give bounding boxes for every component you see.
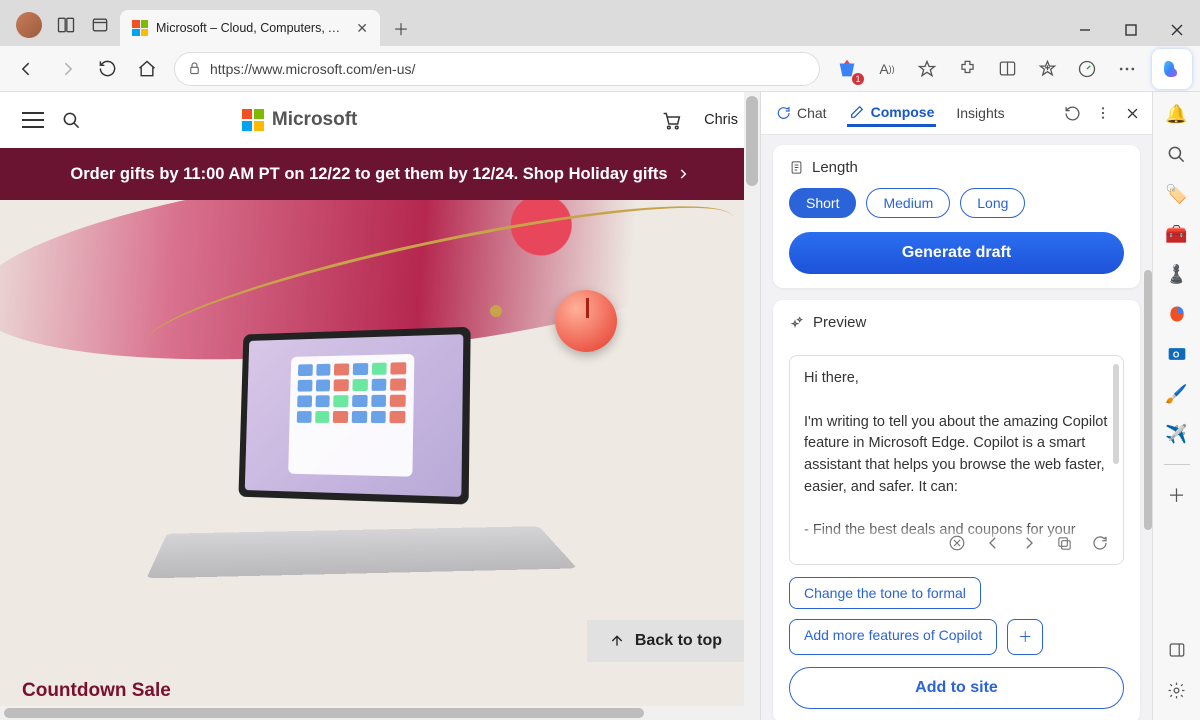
menu-button[interactable] <box>22 112 44 128</box>
promo-text: Order gifts by 11:00 AM PT on 12/22 to g… <box>70 165 667 184</box>
shopping-button[interactable] <box>828 51 866 87</box>
suggestion-more-button[interactable]: ＋ <box>1007 619 1043 655</box>
length-card: Length Short Medium Long Generate draft <box>773 145 1140 288</box>
url-text: https://www.microsoft.com/en-us/ <box>210 61 807 77</box>
copilot-close-button[interactable] <box>1125 106 1140 121</box>
window-close-button[interactable] <box>1154 14 1200 46</box>
length-short-button[interactable]: Short <box>789 188 856 218</box>
sidebar-search-icon[interactable] <box>1165 142 1189 166</box>
home-button[interactable] <box>128 51 166 87</box>
tab-chat[interactable]: Chat <box>773 101 829 125</box>
preview-clear-button[interactable] <box>948 534 966 552</box>
tab-close-button[interactable]: ✕ <box>356 20 368 37</box>
site-header: Microsoft Chris <box>0 92 760 148</box>
chevron-right-icon <box>676 167 690 181</box>
arrow-up-icon <box>609 633 625 649</box>
preview-copy-button[interactable] <box>1056 535 1073 552</box>
length-icon <box>789 160 804 175</box>
cart-button[interactable] <box>661 110 682 131</box>
back-to-top-label: Back to top <box>635 632 722 650</box>
tab-title: Microsoft – Cloud, Computers, A… <box>156 21 348 35</box>
microsoft-favicon <box>132 20 148 36</box>
microsoft-logo[interactable]: Microsoft <box>242 109 358 131</box>
workspaces-icon[interactable] <box>56 15 76 35</box>
more-button[interactable] <box>1108 51 1146 87</box>
length-long-button[interactable]: Long <box>960 188 1025 218</box>
sidebar-outlook-icon[interactable]: O <box>1165 342 1189 366</box>
countdown-sale-heading: Countdown Sale <box>22 680 171 702</box>
window-maximize-button[interactable] <box>1108 14 1154 46</box>
preview-textbox[interactable]: Hi there, I'm writing to tell you about … <box>789 355 1124 565</box>
logo-text: Microsoft <box>272 109 358 131</box>
page-horizontal-scrollbar[interactable] <box>0 706 760 720</box>
read-aloud-button[interactable]: A)) <box>868 51 906 87</box>
browser-tab[interactable]: Microsoft – Cloud, Computers, A… ✕ <box>120 10 380 46</box>
preview-prev-button[interactable] <box>984 534 1002 552</box>
suggestion-change-tone[interactable]: Change the tone to formal <box>789 577 981 609</box>
copilot-more-button[interactable] <box>1095 105 1111 121</box>
edge-sidebar: 🔔 🏷️ 🧰 ♟️ O 🖌️ ✈️ ＋ <box>1152 92 1200 720</box>
tab-actions-icon[interactable] <box>90 15 110 35</box>
webpage-viewport: Microsoft Chris Order gifts by 11:00 AM … <box>0 92 760 720</box>
svg-text:O: O <box>1172 349 1179 359</box>
collections-button[interactable] <box>1028 51 1066 87</box>
sidebar-send-icon[interactable]: ✈️ <box>1165 422 1189 446</box>
sidebar-designer-icon[interactable]: 🖌️ <box>1165 382 1189 406</box>
tab-compose[interactable]: Compose <box>847 100 937 127</box>
back-button[interactable] <box>8 51 46 87</box>
sidebar-notifications-icon[interactable]: 🔔 <box>1165 102 1189 126</box>
copilot-header: Chat Compose Insights <box>761 92 1152 135</box>
copilot-panel: Chat Compose Insights Length Short Mediu… <box>760 92 1152 720</box>
address-bar[interactable]: https://www.microsoft.com/en-us/ <box>174 52 820 86</box>
hero-section: Back to top Countdown Sale <box>0 200 760 720</box>
suggestion-add-features[interactable]: Add more features of Copilot <box>789 619 997 655</box>
sidebar-settings-icon[interactable] <box>1165 678 1189 702</box>
window-minimize-button[interactable] <box>1062 14 1108 46</box>
copilot-refresh-button[interactable] <box>1064 105 1081 122</box>
preview-line: I'm writing to tell you about the amazin… <box>804 412 1109 499</box>
decorative-ornament <box>490 305 502 317</box>
sidebar-tools-icon[interactable]: 🧰 <box>1165 222 1189 246</box>
new-tab-button[interactable]: ＋ <box>386 13 416 43</box>
tab-insights[interactable]: Insights <box>954 101 1006 125</box>
sidebar-add-button[interactable]: ＋ <box>1165 483 1189 507</box>
favorite-button[interactable] <box>908 51 946 87</box>
account-name[interactable]: Chris <box>704 112 738 128</box>
length-medium-button[interactable]: Medium <box>866 188 950 218</box>
length-label: Length <box>812 159 858 176</box>
refresh-button[interactable] <box>88 51 126 87</box>
sidebar-hide-button[interactable] <box>1165 638 1189 662</box>
sidebar-shopping-icon[interactable]: 🏷️ <box>1165 182 1189 206</box>
promo-banner[interactable]: Order gifts by 11:00 AM PT on 12/22 to g… <box>0 148 760 200</box>
preview-scrollbar[interactable] <box>1113 364 1119 464</box>
preview-next-button[interactable] <box>1020 534 1038 552</box>
generate-draft-button[interactable]: Generate draft <box>789 232 1124 274</box>
sparkle-icon <box>789 315 805 331</box>
preview-line: Hi there, <box>804 368 1109 390</box>
preview-label: Preview <box>813 314 866 331</box>
browser-toolbar: https://www.microsoft.com/en-us/ A)) <box>0 46 1200 92</box>
product-image-laptop <box>130 330 580 640</box>
sidebar-m365-icon[interactable] <box>1165 302 1189 326</box>
page-vertical-scrollbar[interactable] <box>744 92 760 720</box>
profile-avatar[interactable] <box>16 12 42 38</box>
search-button[interactable] <box>62 111 81 130</box>
forward-button <box>48 51 86 87</box>
back-to-top-button[interactable]: Back to top <box>587 620 744 662</box>
add-to-site-button[interactable]: Add to site <box>789 667 1124 709</box>
copilot-toggle-button[interactable] <box>1152 49 1192 89</box>
panel-scrollbar[interactable] <box>1144 270 1152 630</box>
preview-card: Preview Hi there, I'm writing to tell yo… <box>773 300 1140 720</box>
performance-button[interactable] <box>1068 51 1106 87</box>
window-titlebar: Microsoft – Cloud, Computers, A… ✕ ＋ <box>0 0 1200 46</box>
split-screen-button[interactable] <box>988 51 1026 87</box>
site-info-icon[interactable] <box>187 61 202 76</box>
preview-regenerate-button[interactable] <box>1091 534 1109 552</box>
sidebar-games-icon[interactable]: ♟️ <box>1165 262 1189 286</box>
extensions-button[interactable] <box>948 51 986 87</box>
